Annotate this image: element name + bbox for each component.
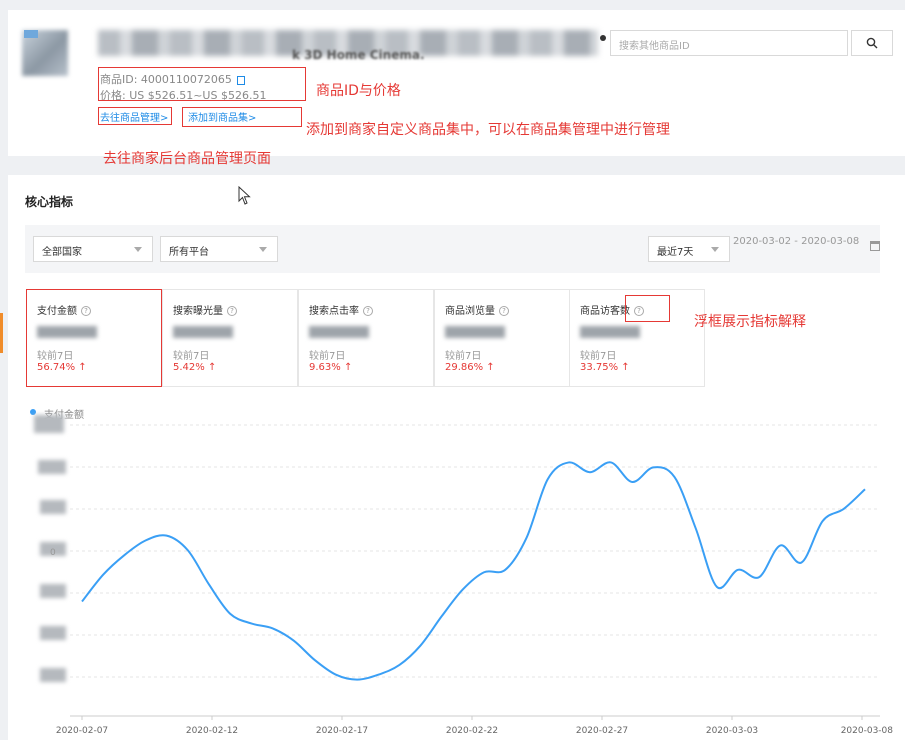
annotation-goto-backend: 去往商家后台商品管理页面 [103, 151, 271, 167]
x-tick-label: 2020-02-22 [446, 726, 498, 736]
x-tick-label: 2020-02-12 [186, 726, 238, 736]
x-tick-label: 2020-02-27 [576, 726, 628, 736]
x-tick-label: 2020-03-08 [841, 726, 894, 736]
x-tick-label: 2020-03-03 [706, 726, 758, 736]
series-line-payment [81, 461, 866, 681]
x-tick-label: 2020-02-17 [316, 726, 368, 736]
x-tick-label: 2020-02-07 [56, 726, 108, 736]
y-tick-label: 0 [50, 548, 56, 558]
payment-line-chart: 0 2020-02-07 2020-02-12 2020-02-17 2020-02-2… [50, 424, 894, 736]
